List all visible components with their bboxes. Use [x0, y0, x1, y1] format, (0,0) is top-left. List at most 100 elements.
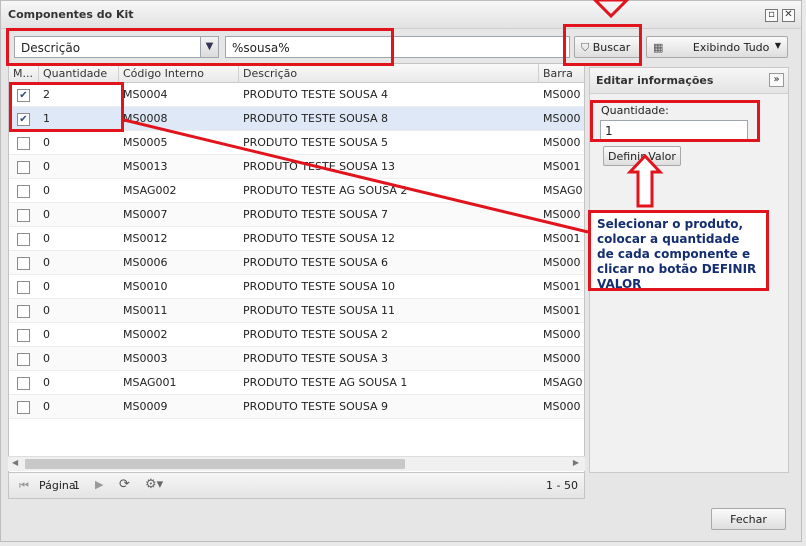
edit-panel-header: Editar informações »: [590, 68, 788, 94]
cell-desc: PRODUTO TESTE SOUSA 3: [243, 352, 389, 365]
filter-field-value: Descrição: [21, 41, 81, 55]
cell-bar: MS000: [543, 400, 581, 413]
cell-qty: 0: [43, 136, 50, 149]
cell-qty: 0: [43, 376, 50, 389]
table-row[interactable]: 0 MS0007 PRODUTO TESTE SOUSA 7 MS000: [9, 203, 584, 227]
next-page-icon[interactable]: ▶: [95, 478, 103, 491]
table-row[interactable]: 0 MS0002 PRODUTO TESTE SOUSA 2 MS000: [9, 323, 584, 347]
row-checkbox[interactable]: [17, 185, 30, 198]
cell-desc: PRODUTO TESTE SOUSA 10: [243, 280, 396, 293]
row-checkbox[interactable]: [17, 281, 30, 294]
cell-code: MS0003: [123, 352, 168, 365]
maximize-icon[interactable]: ▫: [765, 9, 778, 22]
col-header-code[interactable]: Código Interno: [119, 64, 239, 83]
row-checkbox[interactable]: [17, 233, 30, 246]
refresh-icon[interactable]: ⟳: [119, 477, 130, 492]
col-header-barcode[interactable]: Barra: [539, 64, 584, 83]
cell-bar: MS001: [543, 304, 581, 317]
scroll-thumb[interactable]: [25, 459, 405, 469]
cell-qty: 0: [43, 232, 50, 245]
quantity-label: Quantidade:: [601, 104, 669, 117]
cell-qty: 0: [43, 160, 50, 173]
cell-code: MS0008: [123, 112, 168, 125]
cell-bar: MS000: [543, 208, 581, 221]
row-checkbox[interactable]: [17, 401, 30, 414]
cell-code: MS0006: [123, 256, 168, 269]
cell-code: MS0013: [123, 160, 168, 173]
col-header-mark[interactable]: M...: [9, 64, 39, 83]
cell-qty: 2: [43, 88, 50, 101]
table-row[interactable]: 0 MS0003 PRODUTO TESTE SOUSA 3 MS000: [9, 347, 584, 371]
collapse-icon[interactable]: »: [769, 73, 784, 87]
first-page-icon[interactable]: ⏮: [19, 479, 29, 493]
cell-code: MS0007: [123, 208, 168, 221]
cell-desc: PRODUTO TESTE AG SOUSA 2: [243, 184, 408, 197]
table-row[interactable]: 0 MS0010 PRODUTO TESTE SOUSA 10 MS001: [9, 275, 584, 299]
annotation-callout: Selecionar o produto, colocar a quantida…: [588, 210, 769, 291]
filter-field-select[interactable]: Descrição ▼: [14, 36, 219, 58]
scroll-left-icon[interactable]: ◀: [12, 458, 18, 467]
window-titlebar: Componentes do Kit ▫ ✕: [1, 1, 801, 29]
row-checkbox[interactable]: [17, 137, 30, 150]
table-row[interactable]: 0 MS0012 PRODUTO TESTE SOUSA 12 MS001: [9, 227, 584, 251]
table-row[interactable]: 0 MSAG002 PRODUTO TESTE AG SOUSA 2 MSAG0: [9, 179, 584, 203]
cell-desc: PRODUTO TESTE SOUSA 5: [243, 136, 389, 149]
cell-qty: 0: [43, 280, 50, 293]
cell-desc: PRODUTO TESTE SOUSA 12: [243, 232, 396, 245]
quantity-input[interactable]: 1: [600, 120, 748, 140]
search-input[interactable]: %sousa%: [225, 36, 570, 58]
define-value-button[interactable]: Definir Valor: [603, 146, 681, 166]
cell-desc: PRODUTO TESTE SOUSA 4: [243, 88, 389, 101]
page-number[interactable]: 1: [73, 479, 80, 492]
row-checkbox[interactable]: [17, 161, 30, 174]
row-checkbox[interactable]: ✔: [17, 113, 30, 126]
horizontal-scrollbar[interactable]: ◀ ▶: [8, 456, 585, 471]
row-checkbox[interactable]: [17, 305, 30, 318]
row-checkbox[interactable]: [17, 209, 30, 222]
row-checkbox[interactable]: [17, 257, 30, 270]
table-row[interactable]: ✔ 1 MS0008 PRODUTO TESTE SOUSA 8 MS000: [9, 107, 584, 131]
cell-code: MSAG001: [123, 376, 177, 389]
col-header-quantity[interactable]: Quantidade: [39, 64, 119, 83]
scroll-right-icon[interactable]: ▶: [573, 458, 579, 467]
cell-bar: MS000: [543, 88, 581, 101]
cell-bar: MS001: [543, 280, 581, 293]
table-row[interactable]: 0 MS0006 PRODUTO TESTE SOUSA 6 MS000: [9, 251, 584, 275]
table-row[interactable]: 0 MS0013 PRODUTO TESTE SOUSA 13 MS001: [9, 155, 584, 179]
cell-code: MS0002: [123, 328, 168, 341]
search-button-label: Buscar: [592, 41, 631, 54]
table-row[interactable]: 0 MS0009 PRODUTO TESTE SOUSA 9 MS000: [9, 395, 584, 419]
row-checkbox[interactable]: [17, 329, 30, 342]
cell-qty: 0: [43, 304, 50, 317]
table-row[interactable]: ✔ 2 MS0004 PRODUTO TESTE SOUSA 4 MS000: [9, 83, 584, 107]
cell-code: MSAG002: [123, 184, 177, 197]
cell-qty: 0: [43, 400, 50, 413]
grid-pager: ⏮ Página 1 ▶ ⟳ ⚙▾ 1 - 50: [8, 473, 585, 499]
cell-code: MS0004: [123, 88, 168, 101]
cell-desc: PRODUTO TESTE SOUSA 9: [243, 400, 389, 413]
close-button[interactable]: Fechar: [711, 508, 786, 530]
cell-desc: PRODUTO TESTE SOUSA 8: [243, 112, 389, 125]
row-checkbox[interactable]: [17, 377, 30, 390]
cell-bar: MS000: [543, 352, 581, 365]
cell-desc: PRODUTO TESTE SOUSA 6: [243, 256, 389, 269]
table-row[interactable]: 0 MS0011 PRODUTO TESTE SOUSA 11 MS001: [9, 299, 584, 323]
search-toolbar: Descrição ▼ %sousa% ⛉ Buscar ▦ Exibindo …: [7, 33, 793, 63]
close-icon[interactable]: ✕: [782, 9, 795, 22]
settings-icon[interactable]: ⚙▾: [145, 477, 163, 492]
cell-code: MS0012: [123, 232, 168, 245]
col-header-description[interactable]: Descrição: [239, 64, 539, 83]
row-checkbox[interactable]: [17, 353, 30, 366]
display-icon: ▦: [653, 41, 664, 54]
table-row[interactable]: 0 MS0005 PRODUTO TESTE SOUSA 5 MS000: [9, 131, 584, 155]
display-mode-button[interactable]: ▦ Exibindo Tudo ▼: [646, 36, 788, 58]
components-grid: M... Quantidade Código Interno Descrição…: [8, 63, 585, 473]
search-button[interactable]: ⛉ Buscar: [574, 36, 642, 58]
cell-bar: MS000: [543, 256, 581, 269]
chevron-down-icon[interactable]: ▼: [200, 37, 218, 57]
cell-bar: MS000: [543, 136, 581, 149]
window-footer: Fechar: [1, 501, 801, 543]
table-row[interactable]: 0 MSAG001 PRODUTO TESTE AG SOUSA 1 MSAG0: [9, 371, 584, 395]
cell-bar: MSAG0: [543, 376, 583, 389]
row-checkbox[interactable]: ✔: [17, 89, 30, 102]
